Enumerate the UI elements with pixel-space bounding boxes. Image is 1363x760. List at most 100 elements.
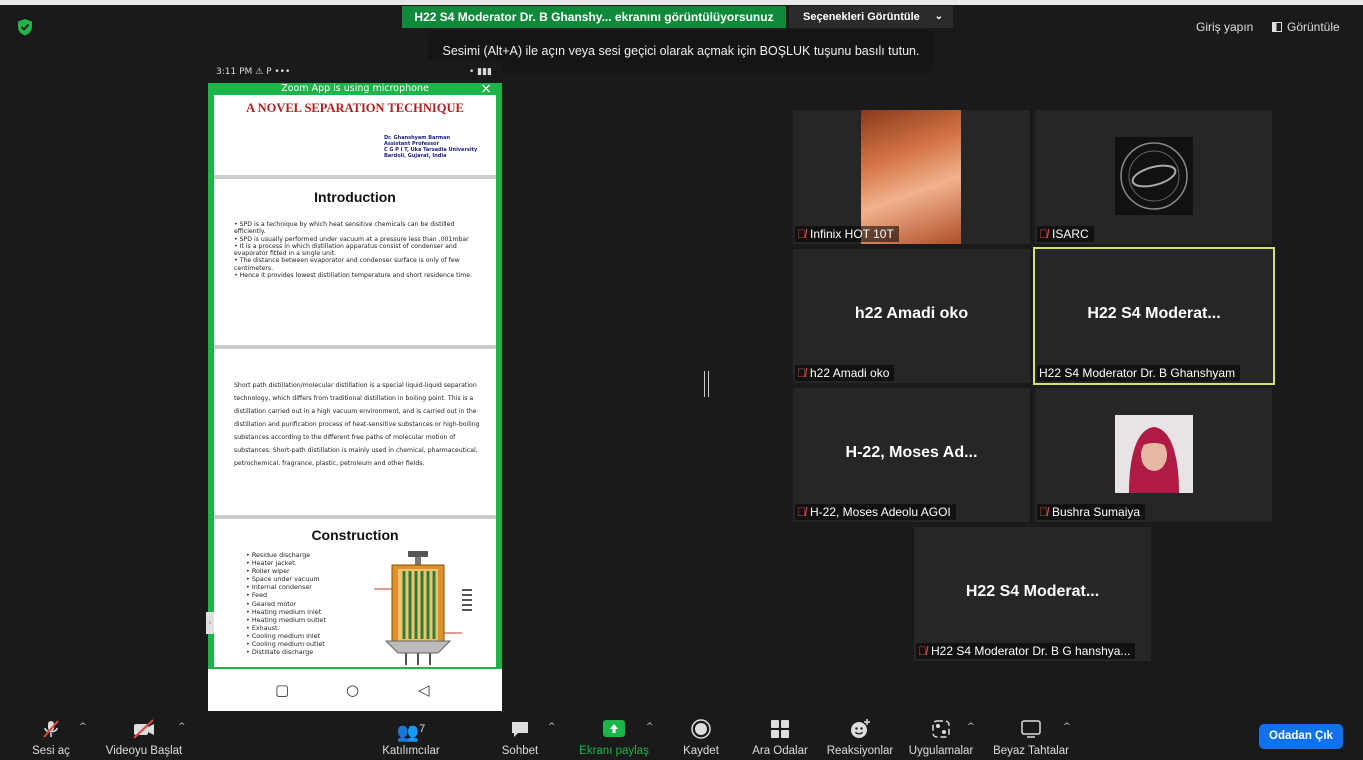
participant-label: 🎙̸ H-22, Moses Adeolu AGOI <box>795 504 956 520</box>
participant-tile[interactable]: H22 S4 Moderat... 🎙̸ H22 S4 Moderator Dr.… <box>914 527 1151 661</box>
splitter-handle[interactable] <box>704 371 709 397</box>
list-item: • Cooling medium outlet <box>246 640 325 649</box>
participants-button[interactable]: 👥7 Katılımcılar <box>378 712 444 760</box>
participant-label: 🎙̸ H22 S4 Moderator Dr. B G hanshya... <box>916 643 1136 659</box>
video-off-icon <box>104 718 184 740</box>
participant-tile[interactable]: h22 Amadi oko 🎙̸ h22 Amadi oko <box>793 249 1030 383</box>
apps-label: Uygulamalar <box>908 745 974 757</box>
chat-button[interactable]: Sohbet <box>496 712 544 760</box>
participant-tile[interactable]: H-22, Moses Ad... 🎙̸ H-22, Moses Adeolu A… <box>793 388 1030 522</box>
side-panel-tab[interactable]: › <box>206 612 214 634</box>
chevron-up-icon[interactable]: ^ <box>1063 722 1071 732</box>
whiteboards-label: Beyaz Tahtalar <box>993 745 1069 757</box>
share-label: Ekranı paylaş <box>579 745 649 757</box>
slide-introduction: Introduction • SPD is a technique by whi… <box>214 179 496 345</box>
list-item: • Space under vacuum <box>246 575 320 584</box>
record-label: Kaydet <box>683 745 719 757</box>
unmute-button[interactable]: Sesi aç <box>24 712 78 760</box>
signin-link[interactable]: Giriş yapın <box>1196 20 1253 34</box>
unmute-label: Sesi aç <box>32 745 70 757</box>
bullet-item: • Hence it provides lowest distillation … <box>234 272 473 280</box>
participant-name: H22 S4 Moderator Dr. B Ghanshyam <box>1039 366 1236 380</box>
chat-label: Sohbet <box>501 745 539 757</box>
record-button[interactable]: Kaydet <box>680 712 722 760</box>
chat-icon <box>496 718 544 740</box>
isarc-logo <box>1115 137 1193 215</box>
participant-name: Bushra Sumaiya <box>1052 505 1141 519</box>
slide-author: Dr. Ghanshyam Barman Assistant Professor… <box>384 135 477 159</box>
list-item: • Heating medium outlet <box>246 615 326 624</box>
list-item: • Exhaust. <box>246 623 280 632</box>
view-options-dropdown[interactable]: Seçenekleri Görüntüle ⌄ <box>789 6 953 28</box>
apps-button[interactable]: Uygulamalar <box>907 712 975 760</box>
back-icon[interactable]: ◁ <box>418 681 430 699</box>
participant-name: ISARC <box>1052 227 1089 241</box>
view-button-label: Görüntüle <box>1287 20 1340 34</box>
slide-heading: Introduction <box>314 189 396 205</box>
slide-description: Short path distillation/molecular distil… <box>214 349 496 515</box>
participant-video <box>861 110 961 244</box>
list-item: • Distillate discharge <box>246 648 314 657</box>
distillation-apparatus-diagram <box>374 551 472 665</box>
apps-icon <box>907 718 975 740</box>
emoji-icon <box>826 718 894 740</box>
participant-tile[interactable]: 🎙̸ Infinix HOT 10T <box>793 110 1030 244</box>
status-icons: ⚠ P ••• <box>255 67 291 77</box>
phone-status-bar: 3:11 PM ⚠ P ••• • ▮▮▮ <box>208 61 502 83</box>
participant-name: H-22, Moses Adeolu AGOI <box>810 505 951 519</box>
participant-label: 🎙̸ h22 Amadi oko <box>795 365 895 381</box>
view-options-label: Seçenekleri Görüntüle <box>803 11 920 23</box>
home-icon[interactable]: ○ <box>346 681 359 699</box>
breakout-rooms-button[interactable]: Ara Odalar <box>750 712 810 760</box>
shared-screen: 3:11 PM ⚠ P ••• • ▮▮▮ Zoom App is using … <box>208 61 502 711</box>
participant-display-name: H22 S4 Moderat... <box>965 583 1100 600</box>
participant-name: H22 S4 Moderator Dr. B G hanshya... <box>931 644 1131 658</box>
meeting-toolbar: Sesi aç ^ Videoyu Başlat ^ 👥7 Katılımcıl… <box>0 712 1363 760</box>
bullet-list: • SPD is a technique by which heat sensi… <box>234 221 480 279</box>
list-item: • Feed <box>246 591 268 600</box>
slide-title-text: A NOVEL SEPARATION TECHNIQUE <box>246 101 464 115</box>
author-line: Bardoli, Gujarat, India <box>384 153 447 159</box>
start-video-button[interactable]: Videoyu Başlat <box>104 712 184 760</box>
participants-icon: 👥7 <box>396 722 426 742</box>
reactions-label: Reaksiyonlar <box>826 745 894 757</box>
component-list: • Residue discharge • Heater jacket. • R… <box>246 551 356 656</box>
chevron-up-icon[interactable]: ^ <box>79 722 87 732</box>
list-item: • Cooling medium inlet <box>246 631 321 640</box>
participant-label: 🎙̸ Infinix HOT 10T <box>795 226 899 242</box>
chevron-up-icon[interactable]: ^ <box>646 722 654 732</box>
bullet-item: • The distance between evaporator and co… <box>234 257 460 272</box>
participant-display-name: h22 Amadi oko <box>854 305 969 322</box>
participant-display-name: H-22, Moses Ad... <box>845 444 978 461</box>
list-item: • Residue discharge <box>246 551 311 559</box>
recent-apps-icon[interactable]: ▢ <box>275 681 289 699</box>
list-item: • Heating medium inlet <box>246 607 322 616</box>
screen-share-banner: H22 S4 Moderator Dr. B Ghanshy... ekranı… <box>402 6 786 28</box>
participant-tile[interactable]: 🎙̸ Bushra Sumaiya <box>1035 388 1272 522</box>
participant-tile[interactable]: 🎙̸ ISARC <box>1035 110 1272 244</box>
view-button[interactable]: Görüntüle <box>1272 20 1340 34</box>
bullet-item: • SPD is usually performed under vacuum … <box>234 235 469 243</box>
phone-time: 3:11 PM <box>216 67 253 77</box>
shield-icon[interactable] <box>17 18 33 36</box>
bullet-item: • SPD is a technique by which heat sensi… <box>234 221 455 236</box>
status-right: • ▮▮▮ <box>468 67 492 77</box>
chevron-up-icon[interactable]: ^ <box>967 722 975 732</box>
layout-icon <box>1272 22 1282 32</box>
record-icon <box>680 718 722 740</box>
share-screen-button[interactable]: Ekranı paylaş <box>578 712 650 760</box>
chevron-down-icon: ⌄ <box>934 11 943 22</box>
reactions-button[interactable]: Reaksiyonlar <box>826 712 894 760</box>
participant-label: H22 S4 Moderator Dr. B Ghanshyam <box>1037 365 1241 381</box>
chevron-up-icon[interactable]: ^ <box>178 722 186 732</box>
participant-tile-active-speaker[interactable]: H22 S4 Moderat... H22 S4 Moderator Dr. B… <box>1033 247 1275 385</box>
participant-name: Infinix HOT 10T <box>810 227 894 241</box>
breakout-rooms-icon <box>750 718 810 740</box>
chevron-up-icon[interactable]: ^ <box>548 722 556 732</box>
leave-meeting-button[interactable]: Odadan Çık <box>1259 724 1343 749</box>
whiteboards-button[interactable]: Beyaz Tahtalar <box>992 712 1070 760</box>
list-item: • Internal condenser <box>246 583 312 592</box>
bullet-item: • It is a process in which distillation … <box>234 242 457 258</box>
muted-mic-icon: 🎙̸ <box>1039 505 1048 519</box>
participant-label: 🎙̸ ISARC <box>1037 226 1094 242</box>
